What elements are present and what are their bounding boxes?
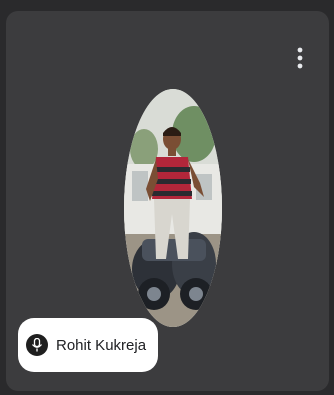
participant-tile[interactable]: Rohit Kukreja bbox=[6, 11, 329, 391]
participant-name-chip: Rohit Kukreja bbox=[18, 318, 159, 372]
avatar-photo bbox=[124, 89, 222, 327]
mic-icon[interactable] bbox=[26, 334, 48, 356]
more-options-icon[interactable] bbox=[287, 45, 313, 71]
avatar bbox=[124, 89, 222, 327]
participant-name: Rohit Kukreja bbox=[56, 336, 147, 354]
